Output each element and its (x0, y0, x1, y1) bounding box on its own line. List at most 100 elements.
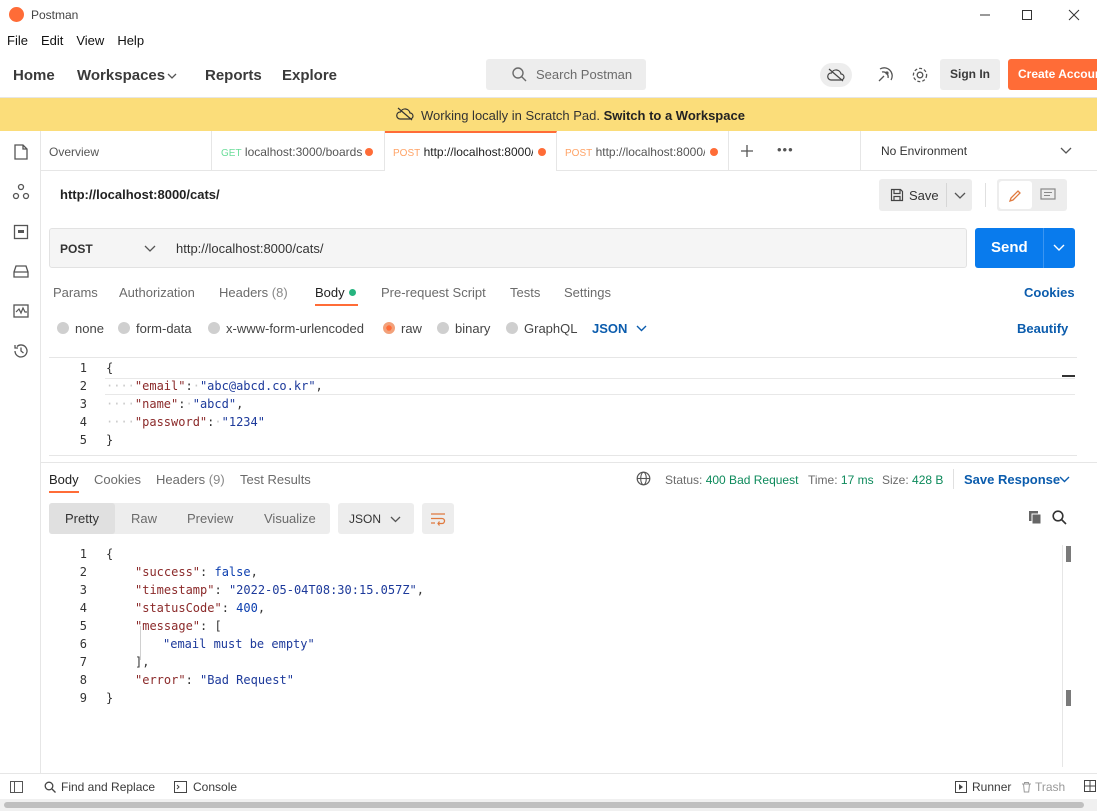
response-tab-cookies[interactable]: Cookies (94, 472, 141, 487)
apis-icon[interactable] (12, 183, 30, 201)
close-icon[interactable] (1061, 4, 1087, 26)
toggle-sidebar-icon[interactable] (10, 781, 23, 793)
chevron-down-icon[interactable] (636, 324, 647, 333)
tab-post-cats-active[interactable]: POST http://localhost:8000/ (385, 131, 557, 171)
environment-selector[interactable]: No Environment (860, 131, 1097, 171)
radio-form-data[interactable]: form-data (118, 321, 192, 336)
method-select[interactable]: POST (49, 228, 165, 268)
more-tabs-icon[interactable]: ••• (777, 142, 794, 157)
search-icon (512, 67, 527, 82)
maximize-icon[interactable] (1014, 4, 1040, 26)
save-response-button[interactable]: Save Response (964, 472, 1060, 487)
view-mode-toggle (997, 179, 1067, 211)
layout-grid-icon[interactable] (1084, 780, 1096, 792)
console-button[interactable]: Console (174, 780, 237, 794)
unsaved-dot (710, 148, 718, 156)
menu-view[interactable]: View (76, 30, 104, 52)
nav-home[interactable]: Home (13, 67, 55, 84)
left-sidebar (0, 131, 41, 773)
tab-settings[interactable]: Settings (564, 285, 611, 300)
menu-edit[interactable]: Edit (41, 30, 63, 52)
sync-status-button[interactable] (820, 63, 852, 87)
chevron-down-icon[interactable] (1053, 243, 1065, 253)
gear-icon[interactable] (911, 66, 929, 84)
tab-prerequest-script[interactable]: Pre-request Script (381, 285, 486, 300)
view-visualize[interactable]: Visualize (264, 511, 316, 526)
send-button[interactable]: Send (975, 228, 1075, 268)
chevron-down-icon (144, 245, 156, 252)
sign-in-button[interactable]: Sign In (940, 59, 1000, 90)
view-preview[interactable]: Preview (187, 511, 233, 526)
response-status: Status: 400 Bad Request (665, 473, 799, 487)
nav-explore[interactable]: Explore (282, 67, 337, 84)
request-tabs: Overview GET localhost:3000/boards POST … (41, 131, 1097, 171)
nav-reports[interactable]: Reports (205, 67, 262, 84)
beautify-link[interactable]: Beautify (1017, 321, 1068, 336)
radio-none[interactable]: none (57, 321, 104, 336)
active-tab-underline (49, 491, 79, 493)
mock-servers-icon[interactable] (12, 262, 30, 280)
active-tab-underline (315, 304, 358, 306)
radio-graphql[interactable]: GraphQL (506, 321, 577, 336)
copy-icon[interactable] (1028, 510, 1043, 525)
tab-authorization[interactable]: Authorization (119, 285, 195, 300)
chevron-down-icon[interactable] (167, 71, 177, 81)
wrap-lines-button[interactable] (422, 503, 454, 534)
radio-binary[interactable]: binary (437, 321, 490, 336)
edit-mode-button[interactable] (999, 181, 1032, 209)
radio-urlencoded[interactable]: x-www-form-urlencoded (208, 321, 364, 336)
runner-button[interactable]: Runner (955, 780, 1011, 794)
cookies-link[interactable]: Cookies (1024, 285, 1075, 300)
url-input[interactable]: http://localhost:8000/cats/ (164, 228, 967, 268)
menu-bar: File Edit View Help (0, 30, 1097, 52)
new-tab-plus-icon[interactable] (740, 144, 754, 158)
satellite-icon[interactable] (876, 66, 894, 84)
chevron-down-icon (390, 516, 401, 523)
create-account-button[interactable]: Create Account (1008, 59, 1097, 90)
response-tab-body[interactable]: Body (49, 472, 79, 487)
globe-icon[interactable] (636, 471, 651, 486)
request-title[interactable]: http://localhost:8000/cats/ (60, 187, 220, 202)
view-raw[interactable]: Raw (131, 511, 157, 526)
nav-workspaces[interactable]: Workspaces (77, 67, 165, 84)
radio-raw[interactable]: raw (383, 321, 422, 336)
search-input[interactable]: Search Postman (486, 59, 646, 90)
chevron-down-icon (1060, 147, 1072, 154)
response-tab-headers[interactable]: Headers (9) (156, 472, 225, 487)
tab-overview[interactable]: Overview (41, 131, 212, 171)
horizontal-scrollbar[interactable] (0, 799, 1097, 811)
response-tab-test-results[interactable]: Test Results (240, 472, 311, 487)
comment-icon[interactable] (1040, 188, 1056, 202)
search-icon[interactable] (1052, 510, 1067, 525)
switch-workspace-link[interactable]: Switch to a Workspace (604, 108, 745, 123)
tab-tests[interactable]: Tests (510, 285, 540, 300)
chevron-down-icon[interactable] (954, 191, 966, 201)
postman-logo-icon (9, 7, 24, 22)
response-size: Size: 428 B (882, 473, 944, 487)
new-document-icon[interactable] (12, 143, 30, 161)
response-format-select[interactable]: JSON (338, 503, 414, 534)
tab-get-boards[interactable]: GET localhost:3000/boards (212, 131, 385, 171)
environments-icon[interactable] (12, 223, 30, 241)
request-body-editor[interactable]: 1 { 2 ····"email":·"abc@abcd.co.kr", 3 ·… (49, 357, 1077, 456)
history-icon[interactable] (12, 342, 30, 360)
find-replace-button[interactable]: Find and Replace (44, 780, 155, 794)
body-format-select[interactable]: JSON (592, 321, 627, 336)
chevron-down-icon[interactable] (1059, 475, 1070, 484)
view-pretty[interactable]: Pretty (65, 511, 99, 526)
trash-button[interactable]: Trash (1021, 780, 1065, 794)
tab-headers[interactable]: Headers (8) (219, 285, 288, 300)
menu-file[interactable]: File (7, 30, 28, 52)
response-view-toggle: Pretty Raw Preview Visualize (49, 503, 330, 534)
tab-post-cats[interactable]: POST http://localhost:8000/ (557, 131, 729, 171)
tab-body[interactable]: Body (315, 285, 345, 300)
save-button-group: Save (879, 179, 972, 211)
trash-icon (1022, 782, 1031, 793)
minimize-icon[interactable] (972, 4, 998, 26)
monitors-icon[interactable] (12, 302, 30, 320)
tab-params[interactable]: Params (53, 285, 98, 300)
save-button[interactable]: Save (879, 179, 946, 211)
menu-help[interactable]: Help (117, 30, 144, 52)
cloud-off-icon (827, 68, 845, 82)
response-body-viewer[interactable]: 1 2 3 4 5 6 7 8 9 { "success": false, "t… (49, 545, 1077, 770)
